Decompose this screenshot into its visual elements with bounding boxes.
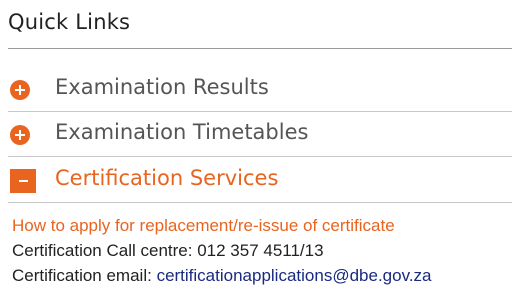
call-centre-label: Certification Call centre: [12,241,193,260]
accordion-label: Examination Timetables [55,120,309,144]
certification-email-link[interactable]: certificationapplications@dbe.gov.za [157,266,432,285]
certification-services-content: How to apply for replacement/re-issue of… [12,213,512,288]
call-centre-line: Certification Call centre: 012 357 4511/… [12,238,512,263]
email-label: Certification email: [12,266,152,285]
replacement-certificate-link[interactable]: How to apply for replacement/re-issue of… [12,216,395,235]
plus-circle-icon [10,125,30,145]
accordion-label: Certification Services [55,166,279,190]
accordion-examination-results[interactable]: Examination Results [8,66,512,112]
accordion-certification-services[interactable]: Certification Services [8,157,512,203]
accordion-label: Examination Results [55,75,269,99]
plus-circle-icon [10,80,30,100]
accordion-examination-timetables[interactable]: Examination Timetables [8,111,512,157]
email-line: Certification email: certificationapplic… [12,263,512,288]
row-divider [8,202,512,203]
title-divider [8,48,512,49]
call-centre-number: 012 357 4511/13 [197,241,324,260]
quick-links-panel: Quick Links Examination Results Examinat… [8,0,512,304]
minus-square-icon [10,169,36,193]
quick-links-title: Quick Links [8,10,131,34]
